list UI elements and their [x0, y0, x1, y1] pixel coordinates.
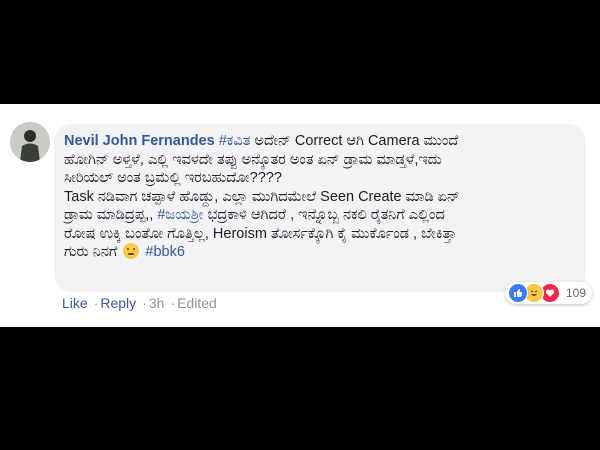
like-icon: [508, 283, 528, 303]
hashtag-jayashree[interactable]: #ಜಯಶ್ರೀ: [157, 207, 203, 223]
reply-link[interactable]: Reply: [100, 295, 136, 311]
comment-line3: ಸೀರಿಯಲ್ ಅಂತ ಬ್ರಮೆಲ್ಲಿ ಇರಬಹುದೋ????: [64, 170, 282, 186]
hashtag-bbk6[interactable]: #bbk6: [145, 244, 185, 260]
separator-dot: ·: [170, 295, 176, 311]
top-black-bar: [0, 0, 600, 104]
like-link[interactable]: Like: [62, 295, 88, 311]
comment-line6: ರೋಷ ಉಕ್ಕಿ ಬಂತೋ ಗೊತ್ತಿಲ್ಲ, Heroism ತೋರ್ಸಕ…: [64, 225, 457, 242]
comment-author-link[interactable]: Nevil John Fernandes: [64, 133, 215, 149]
comment-line2: ಹೋಗಿನ್ ಅಳ್ತಳೆ, ಎಲ್ಲಿ ಇವಳದೇ ತಪ್ಪು ಅನ್ಕೊತರ…: [64, 151, 442, 168]
reaction-count: 109: [566, 286, 587, 300]
comment-line5-rest: ಭದ್ರಕಾಳಿ ಆಗಿದರೆ , ಇನ್ನೊಬ್ಬ ನಕಲಿ ರೈತನಿಗೆ …: [203, 207, 445, 223]
avatar-person-icon: [10, 122, 50, 162]
separator-dot: ·: [93, 295, 99, 311]
hashtag-kavitha[interactable]: #ಕವಿತ: [219, 133, 251, 149]
bottom-black-bar: [0, 327, 600, 450]
comment-line4: Task ನಡಿವಾಗ ಚಪ್ಪಾಳೆ ಹೊಡ್ದು, ಎಲ್ಲಾ ಮುಗಿದಮ…: [64, 188, 460, 205]
comment-line1-text: ಅದೇನ್ Correct ಆಗಿ Camera ಮುಂದೆ: [250, 133, 459, 149]
comment-line5-text: ಡ್ರಾಮ ಮಾಡಿದ್ರಪ್ಪ,,: [64, 207, 158, 223]
reactions-summary[interactable]: 109: [505, 282, 593, 304]
separator-dot: ·: [142, 295, 147, 311]
edited-label[interactable]: Edited: [177, 295, 217, 311]
comment-line7-text: ಗುರು ನಿನಗೆ: [64, 244, 122, 260]
timestamp-link[interactable]: 3h: [149, 295, 165, 311]
thinking-face-emoji-icon: [123, 243, 140, 259]
comment-body: Nevil John Fernandes #ಕವಿತ ಅದೇನ್ Correct…: [64, 132, 579, 262]
comment-bubble: Nevil John Fernandes #ಕವಿತ ಅದೇನ್ Correct…: [54, 124, 586, 292]
comment-card: Nevil John Fernandes #ಕವಿತ ಅದೇನ್ Correct…: [0, 104, 600, 327]
comment-actions: Like · Reply · 3h · Edited: [62, 295, 219, 311]
user-avatar[interactable]: [10, 122, 50, 162]
